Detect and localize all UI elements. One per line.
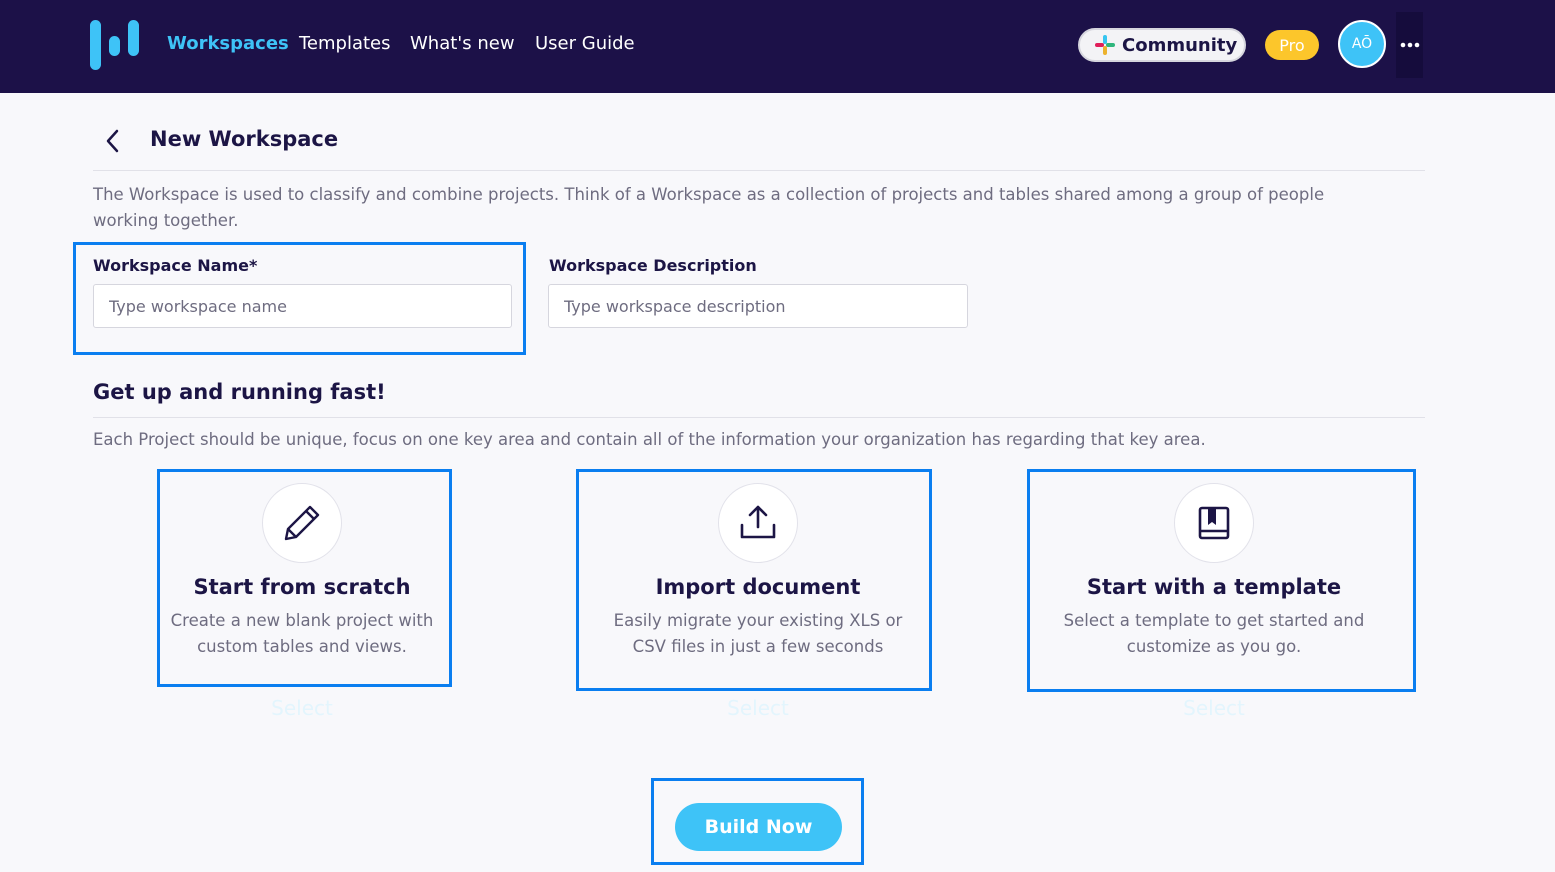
slack-icon [1095, 35, 1115, 55]
page-title: New Workspace [150, 127, 339, 151]
chevron-left-icon[interactable] [103, 128, 123, 154]
community-label: Community [1122, 34, 1238, 56]
more-button[interactable] [1396, 12, 1423, 78]
workspace-name-input[interactable] [93, 284, 512, 328]
user-avatar[interactable]: AŌ [1338, 20, 1386, 68]
upload-icon [740, 505, 776, 539]
card-icon-circle [1174, 483, 1254, 563]
select-import-link[interactable]: Select [727, 696, 789, 720]
card-text: Select a template to get started and cus… [1063, 611, 1365, 656]
book-icon [1198, 506, 1230, 540]
more-horizontal-icon [1400, 42, 1419, 48]
card-icon-circle [262, 483, 342, 563]
header-divider [93, 170, 1425, 171]
build-now-button[interactable]: Build Now [675, 803, 842, 851]
card-title: Start with a template [1086, 575, 1342, 599]
card-text: Create a new blank project with custom t… [170, 611, 434, 656]
nav-whats-new[interactable]: What's new [410, 33, 515, 54]
pencil-icon [284, 505, 320, 541]
workspace-description-label: Workspace Description [549, 256, 757, 275]
card-title: Import document [655, 575, 861, 599]
nav-workspaces[interactable]: Workspaces [167, 33, 289, 54]
select-template-link[interactable]: Select [1183, 696, 1245, 720]
section-divider [93, 417, 1425, 418]
quickstart-title: Get up and running fast! [93, 380, 386, 404]
workspace-name-label: Workspace Name* [93, 256, 258, 275]
nav-user-guide[interactable]: User Guide [535, 33, 635, 54]
workspace-description-text: The Workspace is used to classify and co… [93, 185, 1325, 230]
card-icon-circle [718, 483, 798, 563]
workspace-description-input[interactable] [548, 284, 968, 328]
pro-badge[interactable]: Pro [1265, 30, 1319, 60]
card-text: Easily migrate your existing XLS or CSV … [613, 611, 903, 656]
card-title: Start from scratch [193, 575, 411, 599]
select-scratch-link[interactable]: Select [271, 696, 333, 720]
community-button[interactable]: Community [1078, 28, 1246, 62]
top-navigation-bar: Workspaces Templates What's new User Gui… [0, 0, 1555, 93]
avatar-initials: AŌ [1351, 36, 1373, 52]
nav-templates[interactable]: Templates [299, 33, 391, 54]
app-logo-icon[interactable] [89, 20, 139, 70]
quickstart-description: Each Project should be unique, focus on … [93, 430, 1206, 449]
